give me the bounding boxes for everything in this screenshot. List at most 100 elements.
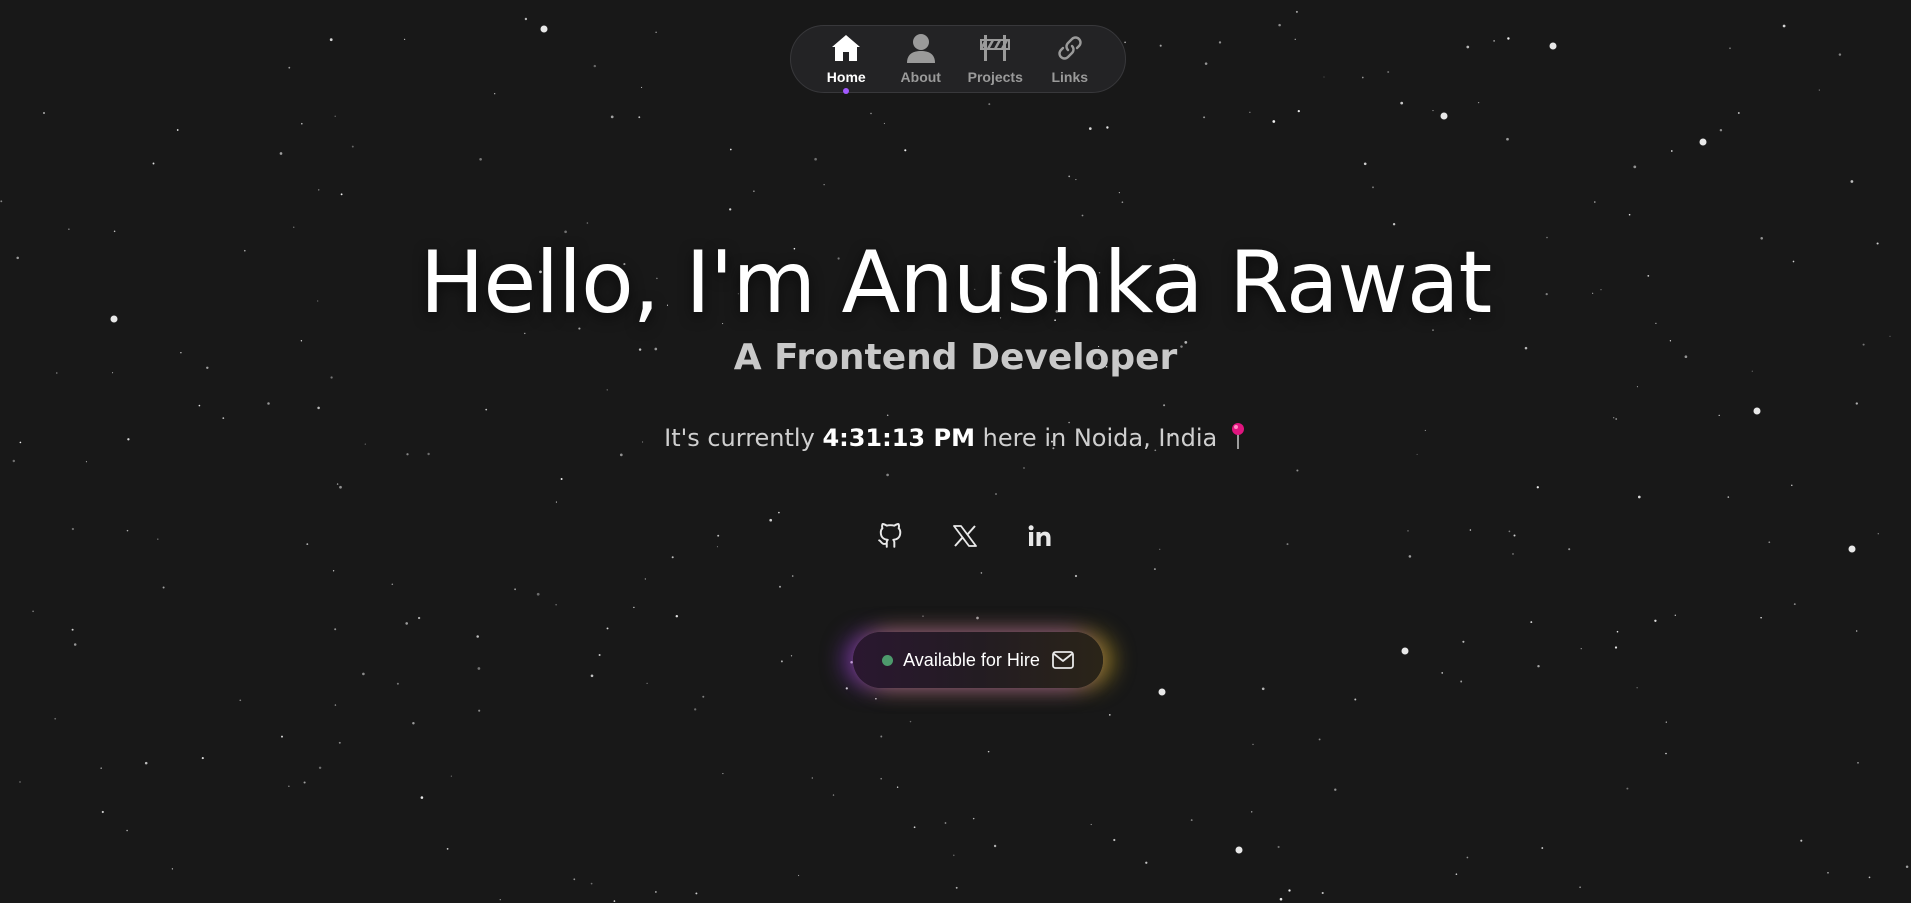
star	[1855, 402, 1858, 405]
available-for-hire-button[interactable]: Available for Hire	[853, 632, 1103, 688]
star	[1753, 407, 1761, 415]
star	[555, 604, 557, 606]
star	[606, 389, 608, 391]
top-navigation: Home About Projects Links	[790, 25, 1126, 94]
star	[883, 122, 885, 125]
star	[1408, 555, 1412, 558]
star	[1850, 180, 1854, 183]
star	[1354, 698, 1357, 701]
star	[953, 854, 955, 857]
star	[980, 572, 983, 574]
star	[606, 627, 609, 630]
star	[1506, 137, 1509, 141]
star	[729, 208, 732, 211]
star	[1074, 574, 1078, 578]
star	[729, 148, 732, 151]
star	[306, 543, 309, 545]
star	[1665, 752, 1667, 755]
star	[1145, 861, 1148, 864]
star	[1158, 688, 1166, 696]
star	[1613, 417, 1615, 419]
star	[1400, 101, 1404, 105]
star	[590, 882, 593, 885]
hero-subtitle: A Frontend Developer	[733, 337, 1178, 378]
star	[1536, 486, 1539, 489]
star	[126, 829, 128, 832]
star	[1294, 38, 1296, 40]
star	[100, 767, 102, 769]
star	[101, 810, 104, 814]
star	[780, 660, 783, 663]
star	[1579, 886, 1581, 889]
star	[1432, 110, 1434, 112]
star	[1857, 762, 1859, 764]
barrier-icon	[979, 32, 1011, 64]
star	[12, 459, 16, 463]
star	[71, 527, 75, 531]
star	[85, 461, 87, 463]
star	[144, 761, 148, 765]
star	[239, 699, 242, 702]
star	[281, 735, 283, 738]
star	[1372, 186, 1374, 189]
star	[1791, 484, 1793, 486]
star	[417, 616, 421, 620]
star	[717, 534, 720, 537]
star	[1295, 10, 1298, 13]
availability-status-dot	[882, 654, 894, 666]
star	[695, 892, 698, 895]
star	[126, 529, 129, 532]
star	[340, 193, 343, 196]
hire-button-label: Available for Hire	[903, 649, 1040, 670]
nav-item-links[interactable]: Links	[1037, 26, 1103, 92]
star	[1106, 126, 1109, 129]
star	[1818, 89, 1820, 91]
star	[332, 570, 335, 572]
nav-item-projects[interactable]: Projects	[962, 26, 1028, 92]
star	[485, 408, 488, 411]
github-link[interactable]	[870, 518, 910, 558]
star	[1636, 687, 1638, 689]
star	[1153, 568, 1156, 571]
linkedin-link[interactable]	[1020, 518, 1060, 558]
star	[1363, 162, 1367, 166]
nav-label-about: About	[900, 69, 941, 85]
star	[201, 757, 204, 760]
star	[811, 777, 813, 779]
star	[993, 844, 997, 848]
active-indicator-dot	[843, 88, 850, 94]
star	[995, 493, 997, 495]
nav-item-about[interactable]: About	[888, 26, 954, 92]
star	[1513, 534, 1516, 537]
star	[922, 615, 924, 617]
star	[1286, 543, 1289, 546]
star	[1616, 630, 1619, 633]
star	[1718, 414, 1720, 417]
star	[1507, 37, 1510, 40]
star	[638, 116, 641, 119]
star	[1068, 175, 1071, 178]
star	[1626, 787, 1629, 790]
star	[1318, 738, 1321, 741]
x-link[interactable]	[945, 518, 985, 558]
star	[1334, 788, 1337, 791]
nav-label-projects: Projects	[967, 69, 1023, 85]
star	[1075, 179, 1077, 181]
star	[1113, 838, 1116, 842]
star	[1407, 530, 1409, 532]
star	[1296, 469, 1299, 472]
star	[524, 17, 528, 21]
star	[880, 777, 882, 780]
star	[646, 682, 648, 685]
star	[1868, 876, 1871, 879]
star	[1549, 42, 1557, 50]
star	[396, 682, 399, 685]
star	[157, 538, 159, 540]
star	[19, 781, 21, 783]
nav-item-home[interactable]: Home	[813, 26, 879, 94]
star	[904, 149, 907, 152]
star	[722, 773, 724, 775]
star	[1455, 873, 1458, 875]
star	[1594, 201, 1596, 203]
star	[1288, 889, 1291, 892]
